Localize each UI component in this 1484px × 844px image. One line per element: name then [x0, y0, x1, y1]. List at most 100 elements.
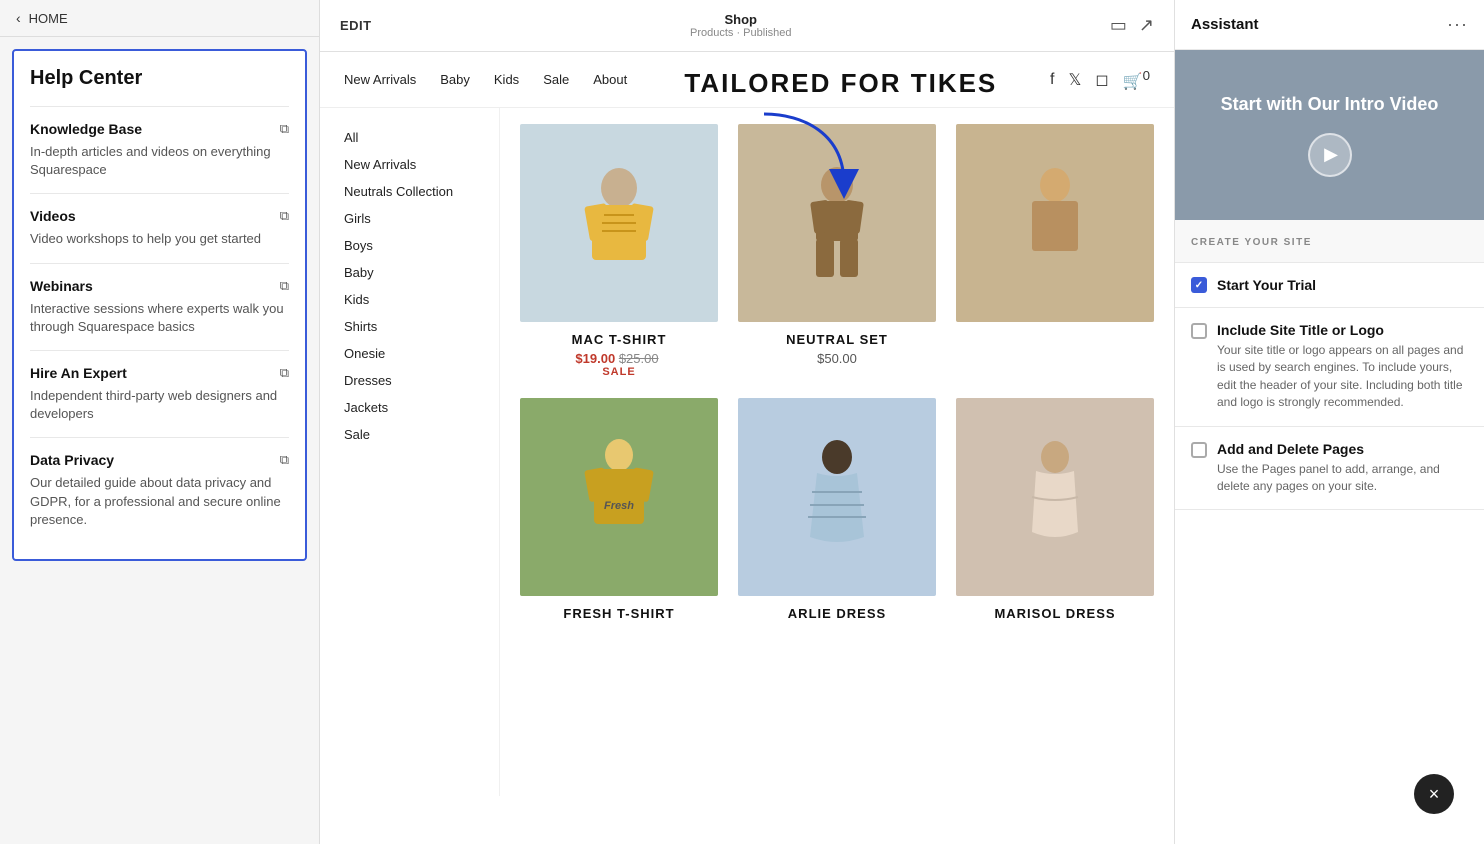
data-privacy-title: Data Privacy	[30, 452, 114, 468]
product-name-marisol-dress: MARISOL DRESS	[994, 606, 1115, 621]
product-card-placeholder[interactable]	[956, 124, 1154, 378]
product-image-fresh-tshirt: Fresh	[520, 398, 718, 596]
cat-boys[interactable]: Boys	[344, 232, 475, 259]
cat-all[interactable]: All	[344, 124, 475, 151]
left-top-bar[interactable]: ‹ HOME	[0, 0, 319, 37]
back-arrow-icon[interactable]: ‹	[16, 10, 21, 26]
webinars-title: Webinars	[30, 278, 93, 294]
product-card-neutral-set[interactable]: NEUTRAL SET $50.00	[738, 124, 936, 378]
cat-kids[interactable]: Kids	[344, 286, 475, 313]
product-card-fresh-tshirt[interactable]: Fresh FRESH T-SHIRT	[520, 398, 718, 621]
add-pages-checklist-desc: Use the Pages panel to add, arrange, and…	[1217, 461, 1468, 496]
product-image-arlie-dress	[738, 398, 936, 596]
help-item-webinars[interactable]: Webinars ⧉ Interactive sessions where ex…	[30, 263, 289, 350]
edit-label[interactable]: EDIT	[340, 18, 372, 33]
nav-icons: f 𝕏 ◻ 🛒0	[1050, 68, 1150, 91]
product-name-fresh-tshirt: FRESH T-SHIRT	[563, 606, 674, 621]
main-editor-area: EDIT Shop Products · Published ▭ ↗ New A…	[320, 0, 1174, 844]
product-grid: MAC T-SHIRT $19.00 $25.00 SALE	[500, 108, 1174, 796]
cat-shirts[interactable]: Shirts	[344, 313, 475, 340]
cat-dresses[interactable]: Dresses	[344, 367, 475, 394]
more-options-button[interactable]: ···	[1447, 14, 1468, 35]
nav-link-sale[interactable]: Sale	[543, 72, 569, 87]
expand-icon[interactable]: ↗	[1139, 15, 1154, 36]
sale-price: $19.00	[575, 351, 615, 366]
shop-info: Shop Products · Published	[690, 12, 792, 39]
site-title-content: Include Site Title or Logo Your site tit…	[1217, 322, 1468, 412]
shop-status: Products · Published	[690, 27, 792, 39]
close-button[interactable]: ×	[1414, 774, 1454, 814]
product-card-mac-tshirt[interactable]: MAC T-SHIRT $19.00 $25.00 SALE	[520, 124, 718, 378]
svg-text:Fresh: Fresh	[604, 500, 634, 512]
help-item-knowledge-base[interactable]: Knowledge Base ⧉ In-depth articles and v…	[30, 106, 289, 193]
product-card-marisol-dress[interactable]: MARISOL DRESS	[956, 398, 1154, 621]
hire-expert-title: Hire An Expert	[30, 365, 127, 381]
product-price-mac-tshirt: $19.00 $25.00 SALE	[575, 351, 662, 378]
product-card-arlie-dress[interactable]: ARLIE DRESS	[738, 398, 936, 621]
shop-label: Shop	[725, 12, 758, 27]
content-body: All New Arrivals Neutrals Collection Gir…	[320, 108, 1174, 796]
add-pages-checklist-label: Add and Delete Pages	[1217, 441, 1468, 457]
play-icon: ▶	[1324, 144, 1338, 165]
hire-expert-desc: Independent third-party web designers an…	[30, 387, 289, 423]
sale-badge: SALE	[575, 366, 662, 378]
product-image-marisol-dress	[956, 398, 1154, 596]
site-navigation: New Arrivals Baby Kids Sale About TAILOR…	[320, 52, 1174, 108]
product-name-mac-tshirt: MAC T-SHIRT	[572, 332, 667, 347]
help-item-hire-expert[interactable]: Hire An Expert ⧉ Independent third-party…	[30, 350, 289, 437]
checklist-item-site-title[interactable]: Include Site Title or Logo Your site tit…	[1175, 308, 1484, 427]
nav-link-baby[interactable]: Baby	[440, 72, 470, 87]
trial-checkbox[interactable]: ✓	[1191, 277, 1207, 293]
facebook-icon[interactable]: f	[1050, 71, 1054, 89]
data-privacy-desc: Our detailed guide about data privacy an…	[30, 474, 289, 529]
product-image-neutral-set	[738, 124, 936, 322]
add-pages-checkbox[interactable]	[1191, 442, 1207, 458]
help-item-videos[interactable]: Videos ⧉ Video workshops to help you get…	[30, 193, 289, 262]
product-image-placeholder	[956, 124, 1154, 322]
intro-video-label: Start with Our Intro Video	[1221, 93, 1439, 116]
cat-neutrals[interactable]: Neutrals Collection	[344, 178, 475, 205]
instagram-icon[interactable]: ◻	[1095, 70, 1108, 90]
knowledge-base-desc: In-depth articles and videos on everythi…	[30, 143, 289, 179]
trial-row[interactable]: ✓ Start Your Trial	[1175, 263, 1484, 308]
nav-links: New Arrivals Baby Kids Sale About	[344, 72, 627, 87]
site-hero-title: TAILORED FOR TIKES	[684, 68, 997, 99]
assistant-panel: Assistant ··· Start with Our Intro Video…	[1174, 0, 1484, 844]
site-title-checklist-desc: Your site title or logo appears on all p…	[1217, 342, 1468, 412]
product-image-mac-tshirt	[520, 124, 718, 322]
cat-girls[interactable]: Girls	[344, 205, 475, 232]
intro-video-block[interactable]: Start with Our Intro Video ▶	[1175, 50, 1484, 220]
assistant-header: Assistant ···	[1175, 0, 1484, 50]
external-link-icon-privacy: ⧉	[280, 452, 289, 468]
cat-baby[interactable]: Baby	[344, 259, 475, 286]
site-title-checkbox[interactable]	[1191, 323, 1207, 339]
nav-link-about[interactable]: About	[593, 72, 627, 87]
twitter-icon[interactable]: 𝕏	[1068, 70, 1081, 90]
cat-jackets[interactable]: Jackets	[344, 394, 475, 421]
mobile-preview-icon[interactable]: ▭	[1110, 15, 1127, 36]
cat-new-arrivals[interactable]: New Arrivals	[344, 151, 475, 178]
create-site-label: CREATE YOUR SITE	[1191, 237, 1312, 248]
editor-bar: EDIT Shop Products · Published ▭ ↗	[320, 0, 1174, 52]
create-site-section: CREATE YOUR SITE	[1175, 220, 1484, 263]
cat-sale[interactable]: Sale	[344, 421, 475, 448]
help-center-title: Help Center	[30, 67, 289, 90]
videos-title: Videos	[30, 208, 76, 224]
nav-link-kids[interactable]: Kids	[494, 72, 519, 87]
assistant-title: Assistant	[1191, 16, 1259, 33]
product-price-neutral-set: $50.00	[817, 351, 857, 366]
product-name-arlie-dress: ARLIE DRESS	[788, 606, 886, 621]
webinars-desc: Interactive sessions where experts walk …	[30, 300, 289, 336]
play-video-button[interactable]: ▶	[1308, 133, 1352, 177]
nav-link-new-arrivals[interactable]: New Arrivals	[344, 72, 416, 87]
external-link-icon-hire: ⧉	[280, 365, 289, 381]
checklist-item-add-pages[interactable]: Add and Delete Pages Use the Pages panel…	[1175, 427, 1484, 511]
help-item-data-privacy[interactable]: Data Privacy ⧉ Our detailed guide about …	[30, 437, 289, 543]
cart-icon[interactable]: 🛒0	[1123, 68, 1150, 91]
site-content: New Arrivals Baby Kids Sale About TAILOR…	[320, 52, 1174, 844]
original-price: $25.00	[619, 351, 659, 366]
external-link-icon-kb: ⧉	[280, 121, 289, 137]
cat-onesie[interactable]: Onesie	[344, 340, 475, 367]
home-back-label[interactable]: HOME	[29, 11, 68, 26]
add-pages-content: Add and Delete Pages Use the Pages panel…	[1217, 441, 1468, 496]
